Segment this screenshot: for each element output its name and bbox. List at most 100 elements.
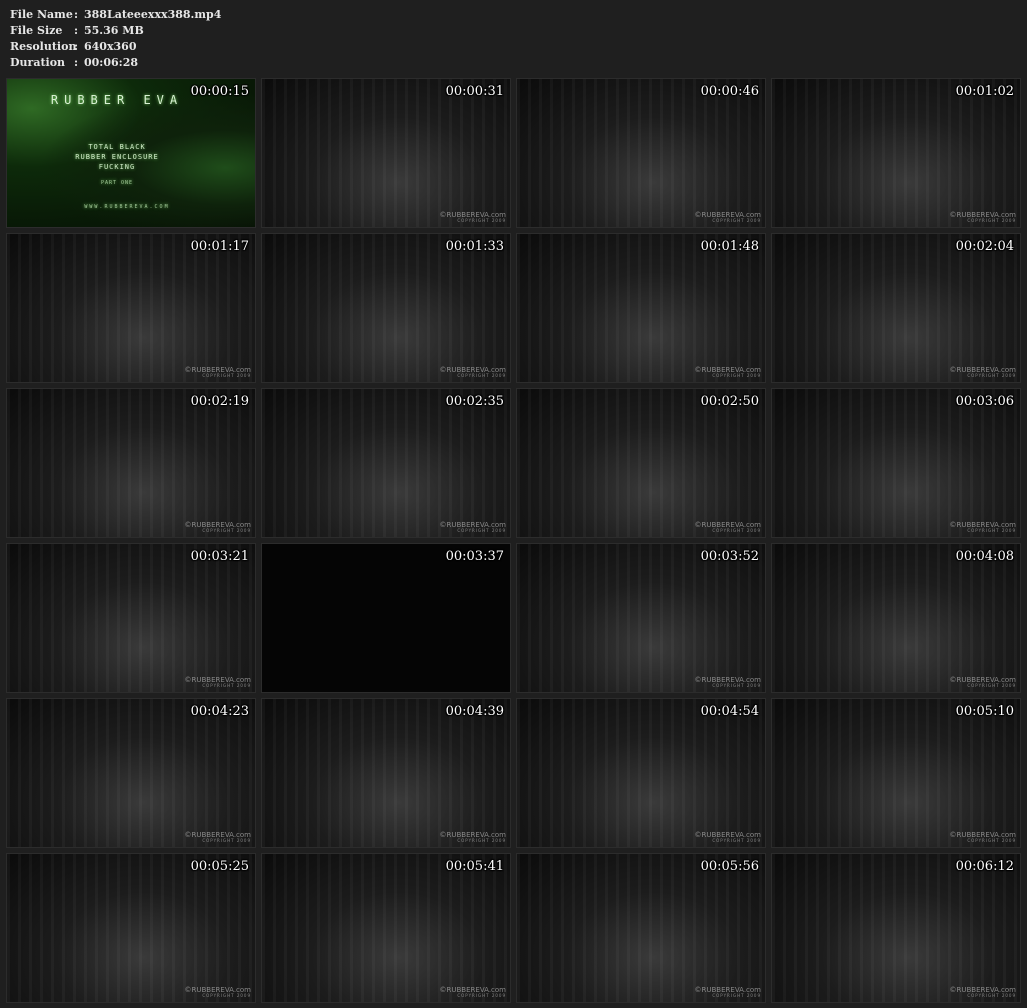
timestamp-label: 00:02:35 [445,394,504,409]
thumbnail[interactable]: 00:05:41 ©RUBBEREVA.com COPYRIGHT 2009 [261,853,511,1003]
timestamp-label: 00:01:33 [445,239,504,254]
separator: : [74,24,79,37]
thumbnail[interactable]: 00:01:33 ©RUBBEREVA.com COPYRIGHT 2009 [261,233,511,383]
thumbnail[interactable]: 00:02:50 ©RUBBEREVA.com COPYRIGHT 2009 [516,388,766,538]
thumbnail-image [772,389,1020,537]
thumbnail-image [772,234,1020,382]
thumbnail-image [262,699,510,847]
timestamp-label: 00:05:56 [700,859,759,874]
thumbnail[interactable]: 00:01:17 ©RUBBEREVA.com COPYRIGHT 2009 [6,233,256,383]
thumbnail[interactable]: 00:02:35 ©RUBBEREVA.com COPYRIGHT 2009 [261,388,511,538]
timestamp-label: 00:04:08 [955,549,1014,564]
thumbnail[interactable]: 00:05:10 ©RUBBEREVA.com COPYRIGHT 2009 [771,698,1021,848]
watermark: ©RUBBEREVA.com COPYRIGHT 2009 [950,212,1016,224]
watermark: ©RUBBEREVA.com COPYRIGHT 2009 [695,677,761,689]
contact-sheet: File Name : 388Lateeexxx388.mp4 File Siz… [0,0,1027,1008]
timestamp-label: 00:05:10 [955,704,1014,719]
timestamp-label: 00:01:17 [190,239,249,254]
thumbnail-image [262,79,510,227]
watermark: ©RUBBEREVA.com COPYRIGHT 2009 [440,987,506,999]
duration-label: Duration [10,56,66,69]
thumbnail-image [517,854,765,1002]
watermark: ©RUBBEREVA.com COPYRIGHT 2009 [185,522,251,534]
thumbnail[interactable]: 00:03:21 ©RUBBEREVA.com COPYRIGHT 2009 [6,543,256,693]
thumbnail[interactable]: 00:04:39 ©RUBBEREVA.com COPYRIGHT 2009 [261,698,511,848]
thumbnail[interactable]: 00:01:02 ©RUBBEREVA.com COPYRIGHT 2009 [771,78,1021,228]
watermark: ©RUBBEREVA.com COPYRIGHT 2009 [695,367,761,379]
title-line: TOTAL BLACK [88,143,146,151]
watermark: ©RUBBEREVA.com COPYRIGHT 2009 [185,367,251,379]
thumbnail[interactable]: 00:04:08 ©RUBBEREVA.com COPYRIGHT 2009 [771,543,1021,693]
timestamp-label: 00:01:02 [955,84,1014,99]
thumbnail[interactable]: 00:03:06 ©RUBBEREVA.com COPYRIGHT 2009 [771,388,1021,538]
timestamp-label: 00:04:23 [190,704,249,719]
thumbnail-image [517,544,765,692]
title-url: WWW.RUBBEREVA.COM [84,204,170,210]
timestamp-label: 00:02:19 [190,394,249,409]
thumbnail-image [772,699,1020,847]
thumbnail[interactable]: 00:01:48 ©RUBBEREVA.com COPYRIGHT 2009 [516,233,766,383]
thumbnail[interactable]: 00:06:12 ©RUBBEREVA.com COPYRIGHT 2009 [771,853,1021,1003]
timestamp-label: 00:03:21 [190,549,249,564]
duration-value: 00:06:28 [84,56,139,69]
timestamp-label: 00:04:54 [700,704,759,719]
timestamp-label: 00:02:50 [700,394,759,409]
timestamp-label: 00:05:25 [190,859,249,874]
timestamp-label: 00:01:48 [700,239,759,254]
title-line: RUBBER ENCLOSURE [75,153,159,161]
timestamp-label: 00:03:37 [445,549,504,564]
watermark: ©RUBBEREVA.com COPYRIGHT 2009 [950,987,1016,999]
timestamp-label: 00:06:12 [955,859,1014,874]
watermark: ©RUBBEREVA.com COPYRIGHT 2009 [185,832,251,844]
watermark: ©RUBBEREVA.com COPYRIGHT 2009 [695,987,761,999]
thumbnail-image [772,544,1020,692]
file-name-value: 388Lateeexxx388.mp4 [84,8,222,21]
thumbnail-image [517,79,765,227]
thumbnail[interactable]: 00:03:52 ©RUBBEREVA.com COPYRIGHT 2009 [516,543,766,693]
watermark: ©RUBBEREVA.com COPYRIGHT 2009 [950,832,1016,844]
file-size-value: 55.36 MB [84,24,144,37]
watermark: ©RUBBEREVA.com COPYRIGHT 2009 [440,212,506,224]
thumbnail-grid: RUBBER EVA TOTAL BLACK RUBBER ENCLOSURE FUC… [6,78,1022,1003]
timestamp-label: 00:04:39 [445,704,504,719]
resolution-row: Resolution : 640x360 [10,39,221,55]
thumbnail-image [517,234,765,382]
thumbnail[interactable]: 00:04:54 ©RUBBEREVA.com COPYRIGHT 2009 [516,698,766,848]
watermark: ©RUBBEREVA.com COPYRIGHT 2009 [950,522,1016,534]
title-part: PART ONE [100,180,134,186]
thumbnail-image [262,234,510,382]
timestamp-label: 00:00:46 [700,84,759,99]
thumbnail[interactable]: 00:05:56 ©RUBBEREVA.com COPYRIGHT 2009 [516,853,766,1003]
watermark: ©RUBBEREVA.com COPYRIGHT 2009 [440,522,506,534]
title-line: FUCKING [98,163,136,171]
resolution-label: Resolution [10,40,77,53]
thumbnail-image [7,699,255,847]
resolution-value: 640x360 [84,40,137,53]
thumbnail[interactable]: 00:02:04 ©RUBBEREVA.com COPYRIGHT 2009 [771,233,1021,383]
timestamp-label: 00:02:04 [955,239,1014,254]
thumbnail[interactable]: 00:00:46 ©RUBBEREVA.com COPYRIGHT 2009 [516,78,766,228]
thumbnail[interactable]: RUBBER EVA TOTAL BLACK RUBBER ENCLOSURE FUC… [6,78,256,228]
watermark: ©RUBBEREVA.com COPYRIGHT 2009 [695,832,761,844]
timestamp-label: 00:00:15 [190,84,249,99]
separator: : [74,8,79,21]
watermark: ©RUBBEREVA.com COPYRIGHT 2009 [440,832,506,844]
timestamp-label: 00:05:41 [445,859,504,874]
duration-row: Duration : 00:06:28 [10,55,221,71]
thumbnail[interactable]: 00:04:23 ©RUBBEREVA.com COPYRIGHT 2009 [6,698,256,848]
file-name-row: File Name : 388Lateeexxx388.mp4 [10,7,221,23]
thumbnail[interactable]: 00:02:19 ©RUBBEREVA.com COPYRIGHT 2009 [6,388,256,538]
thumbnail[interactable]: 00:05:25 ©RUBBEREVA.com COPYRIGHT 2009 [6,853,256,1003]
watermark: ©RUBBEREVA.com COPYRIGHT 2009 [950,677,1016,689]
thumbnail-image [262,544,510,692]
thumbnail-image [7,544,255,692]
thumbnail[interactable]: 00:03:37 [261,543,511,693]
thumbnail-image [262,389,510,537]
watermark: ©RUBBEREVA.com COPYRIGHT 2009 [185,987,251,999]
thumbnail-image [517,699,765,847]
thumbnail-image [772,854,1020,1002]
watermark: ©RUBBEREVA.com COPYRIGHT 2009 [950,367,1016,379]
thumbnail-image [772,79,1020,227]
thumbnail[interactable]: 00:00:31 ©RUBBEREVA.com COPYRIGHT 2009 [261,78,511,228]
file-name-label: File Name [10,8,73,21]
